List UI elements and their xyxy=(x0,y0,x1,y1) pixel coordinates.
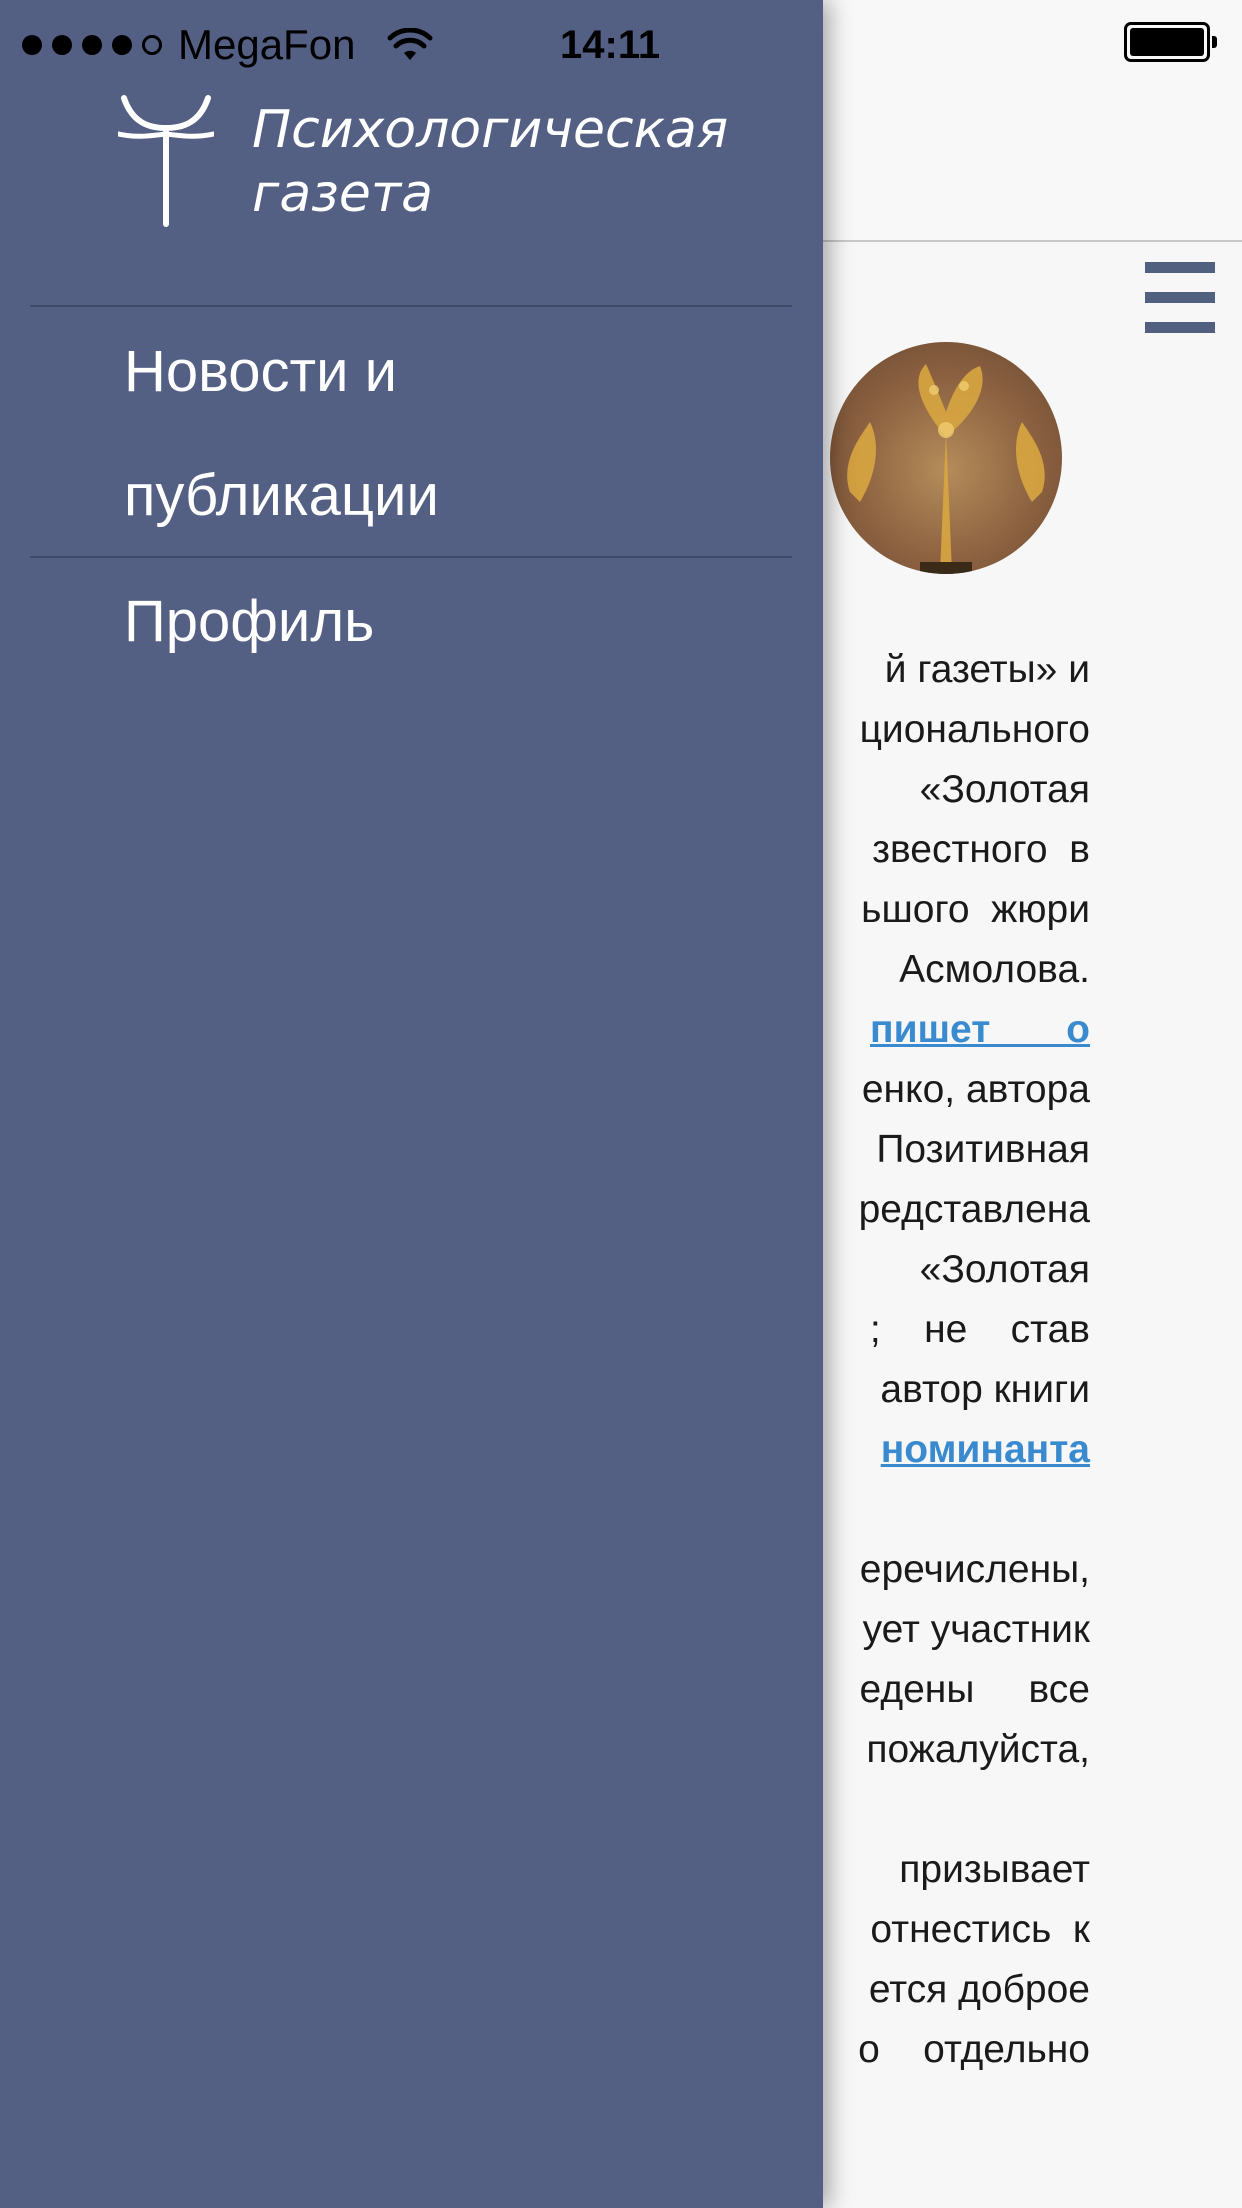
signal-dot-icon xyxy=(22,35,42,55)
article-line: ; не став xyxy=(869,1308,1090,1351)
signal-dot-empty-icon xyxy=(142,35,162,55)
menu-item-label: Новости и xyxy=(124,339,398,404)
article-link[interactable]: номинанта xyxy=(881,1420,1090,1480)
logo-title-line2: газета xyxy=(252,164,433,224)
article-line: енко, автора xyxy=(861,1068,1090,1111)
logo-title: Психологическая газета xyxy=(252,98,772,226)
article-line: й газеты» и xyxy=(884,648,1090,691)
article-line: «Золотая xyxy=(919,768,1090,811)
article-line: автор книги xyxy=(880,1368,1090,1411)
signal-dot-icon xyxy=(82,35,102,55)
article-line: ует участник xyxy=(862,1608,1090,1651)
menu-item-label: публикации xyxy=(124,463,439,528)
article-line: пожалуйста, xyxy=(866,1728,1090,1771)
hamburger-icon[interactable] xyxy=(1145,262,1215,334)
article-line: ьшого жюри xyxy=(861,888,1090,931)
article-line: ется доброе xyxy=(868,1968,1090,2011)
menu-item-profile[interactable]: Профиль xyxy=(124,560,764,684)
article-line: звестного в xyxy=(872,828,1090,871)
status-left: MegaFon xyxy=(22,14,433,76)
side-drawer: MegaFon 14:11 Психологическая газета Нов… xyxy=(0,0,823,2208)
article-line: отнестись к xyxy=(870,1908,1090,1951)
article-line: о отдельно xyxy=(858,2028,1090,2071)
menu-item-news[interactable]: Новости и публикации xyxy=(124,310,764,558)
article-image xyxy=(830,342,1062,574)
article-line: «Золотая xyxy=(919,1248,1090,1291)
article-line: редставлена xyxy=(858,1188,1090,1231)
article-line: еречислены, xyxy=(859,1548,1090,1591)
battery-icon xyxy=(1124,22,1217,62)
article-line: ционального xyxy=(859,708,1090,751)
article-line: призывает xyxy=(899,1848,1090,1891)
article-line: Позитивная xyxy=(876,1128,1090,1171)
logo-mark xyxy=(118,95,214,227)
carrier-name: MegaFon xyxy=(178,21,356,68)
status-bar: MegaFon 14:11 xyxy=(0,0,823,80)
menu-item-label: Профиль xyxy=(124,589,375,654)
clock: 14:11 xyxy=(560,23,661,67)
divider xyxy=(30,556,792,558)
signal-dot-icon xyxy=(52,35,72,55)
article-link[interactable]: пишет о xyxy=(870,1000,1090,1060)
article-line: едены все xyxy=(859,1668,1091,1711)
wifi-icon xyxy=(387,28,433,60)
logo-title-line1: Психологическая xyxy=(252,100,729,160)
article-line: Асмолова. xyxy=(899,948,1090,991)
divider xyxy=(30,305,792,307)
signal-dot-icon xyxy=(112,35,132,55)
